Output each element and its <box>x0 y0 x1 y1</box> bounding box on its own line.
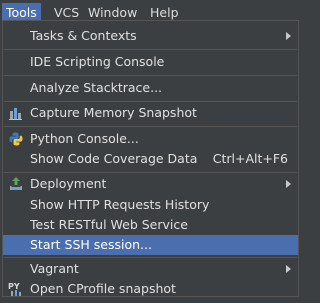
menu-item-vagrant[interactable]: Vagrant <box>3 259 298 279</box>
menu-separator <box>4 257 297 258</box>
menu-item-test-restful-web-service[interactable]: Test RESTful Web Service <box>3 215 298 235</box>
tools-menu: Tasks & Contexts IDE Scripting Console A… <box>2 20 299 297</box>
menu-item-label: Vagrant <box>30 261 79 276</box>
menu-separator <box>4 101 297 102</box>
menu-item-ide-scripting-console[interactable]: IDE Scripting Console <box>3 52 298 72</box>
menu-item-start-ssh-session[interactable]: Start SSH session... <box>3 235 298 255</box>
menubar-window-label: Window <box>88 5 138 20</box>
submenu-arrow-icon <box>286 180 291 188</box>
menu-separator <box>4 126 297 127</box>
menu-item-show-code-coverage-data[interactable]: Show Code Coverage Data Ctrl+Alt+F6 <box>3 149 298 169</box>
menu-item-capture-memory-snapshot[interactable]: Capture Memory Snapshot <box>3 103 298 123</box>
menu-item-label: Test RESTful Web Service <box>30 217 188 232</box>
menu-item-label: Capture Memory Snapshot <box>30 105 197 120</box>
menu-item-label: Python Console... <box>30 131 139 146</box>
menu-separator <box>4 75 297 76</box>
submenu-arrow-icon <box>286 32 291 40</box>
menu-separator <box>4 49 297 50</box>
menu-item-label: Deployment <box>30 176 107 191</box>
submenu-arrow-icon <box>286 265 291 273</box>
menu-item-analyze-stacktrace[interactable]: Analyze Stacktrace... <box>3 78 298 98</box>
python-icon <box>8 131 24 147</box>
menu-item-show-http-requests-history[interactable]: Show HTTP Requests History <box>3 195 298 215</box>
menu-item-label: Show Code Coverage Data <box>30 151 198 166</box>
menu-separator <box>4 172 297 173</box>
menu-item-deployment[interactable]: Deployment <box>3 174 298 194</box>
menu-item-label: Open CProfile snapshot <box>30 281 176 296</box>
menu-item-label: Show HTTP Requests History <box>30 197 210 212</box>
menu-item-label: Tasks & Contexts <box>30 28 137 43</box>
memory-snapshot-icon <box>8 105 24 121</box>
cprofile-icon: PY <box>8 281 24 297</box>
menu-item-open-cprofile-snapshot[interactable]: PY Open CProfile snapshot <box>3 279 298 299</box>
svg-text:PY: PY <box>8 282 20 291</box>
menu-item-label: IDE Scripting Console <box>30 54 165 69</box>
menubar-tools-label: Tools <box>6 5 37 20</box>
menu-item-label: Start SSH session... <box>30 237 152 252</box>
menu-item-tasks-contexts[interactable]: Tasks & Contexts <box>3 26 298 46</box>
menubar-help-label: Help <box>150 5 179 20</box>
menubar-vcs-label: VCS <box>54 5 80 20</box>
menu-item-python-console[interactable]: Python Console... <box>3 129 298 149</box>
deployment-icon <box>8 176 24 192</box>
menu-item-label: Analyze Stacktrace... <box>30 80 163 95</box>
menu-item-shortcut: Ctrl+Alt+F6 <box>212 151 288 166</box>
